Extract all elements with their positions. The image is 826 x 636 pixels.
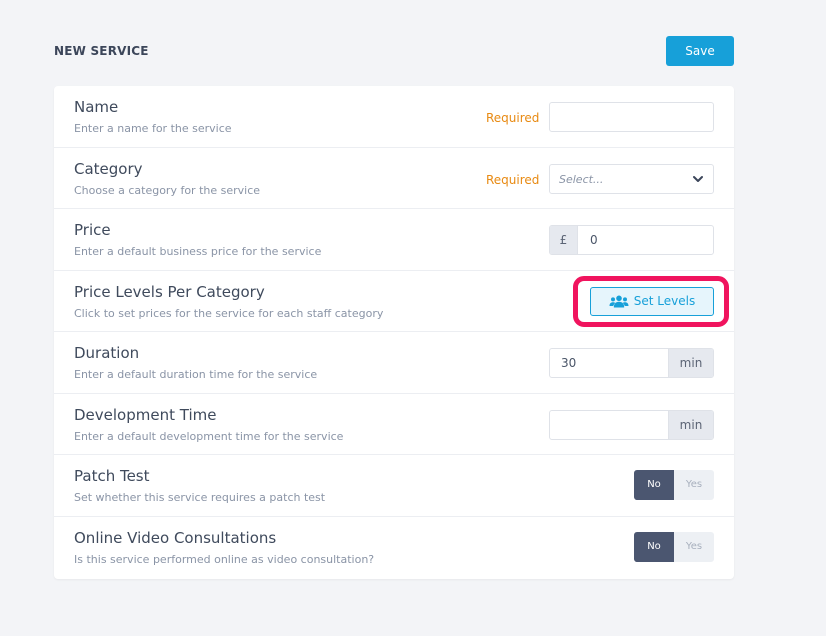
- price-description: Enter a default business price for the s…: [74, 245, 322, 258]
- development-time-unit: min: [668, 410, 713, 439]
- name-title: Name: [74, 98, 119, 116]
- name-description: Enter a name for the service: [74, 122, 232, 135]
- online-video-yes-option[interactable]: Yes: [674, 532, 714, 562]
- duration-input-group[interactable]: 30 min: [549, 348, 714, 378]
- category-row: Category Choose a category for the servi…: [54, 148, 734, 209]
- duration-input[interactable]: 30: [561, 356, 576, 370]
- currency-prefix: £: [550, 226, 578, 254]
- patch-test-row: Patch Test Set whether this service requ…: [54, 455, 734, 517]
- name-input[interactable]: [549, 102, 714, 132]
- category-required-label: Required: [486, 172, 540, 187]
- save-button[interactable]: Save: [666, 36, 734, 66]
- online-video-description: Is this service performed online as vide…: [74, 552, 375, 566]
- development-time-description: Enter a default development time for the…: [74, 429, 344, 443]
- development-time-input-group[interactable]: min: [549, 409, 714, 440]
- online-video-no-option[interactable]: No: [634, 531, 674, 562]
- price-input[interactable]: 0: [590, 233, 598, 247]
- patch-test-yes-option[interactable]: Yes: [674, 470, 714, 500]
- price-title: Price: [74, 221, 111, 239]
- users-icon: [609, 295, 629, 307]
- price-levels-row: Price Levels Per Category Click to set p…: [54, 271, 734, 332]
- duration-title: Duration: [74, 344, 140, 362]
- development-time-title: Development Time: [74, 405, 217, 424]
- patch-test-no-option[interactable]: No: [634, 470, 674, 500]
- set-levels-button[interactable]: Set Levels: [590, 286, 714, 316]
- duration-unit: min: [668, 349, 713, 377]
- set-levels-label: Set Levels: [633, 294, 696, 308]
- page-title: NEW SERVICE: [54, 44, 149, 58]
- patch-test-toggle[interactable]: No Yes: [634, 470, 714, 500]
- price-levels-description: Click to set prices for the service for …: [74, 306, 384, 320]
- service-form-card: Name Enter a name for the service Requir…: [54, 86, 734, 579]
- duration-description: Enter a default duration time for the se…: [74, 368, 318, 381]
- price-row: Price Enter a default business price for…: [54, 209, 734, 271]
- price-levels-title: Price Levels Per Category: [74, 282, 265, 301]
- name-row: Name Enter a name for the service Requir…: [54, 86, 734, 148]
- online-video-row: Online Video Consultations Is this servi…: [54, 517, 734, 579]
- online-video-title: Online Video Consultations: [74, 528, 277, 547]
- chevron-down-icon: [693, 175, 703, 182]
- category-title: Category: [74, 159, 143, 178]
- patch-test-description: Set whether this service requires a patc…: [74, 491, 326, 504]
- patch-test-title: Patch Test: [74, 467, 150, 485]
- development-time-row: Development Time Enter a default develop…: [54, 394, 734, 455]
- price-input-group[interactable]: £ 0: [549, 225, 714, 255]
- category-description: Choose a category for the service: [74, 183, 261, 197]
- category-select[interactable]: Select...: [549, 163, 714, 194]
- category-select-placeholder: Select...: [559, 172, 604, 186]
- online-video-toggle[interactable]: No Yes: [634, 531, 714, 562]
- name-required-label: Required: [486, 111, 540, 125]
- duration-row: Duration Enter a default duration time f…: [54, 332, 734, 394]
